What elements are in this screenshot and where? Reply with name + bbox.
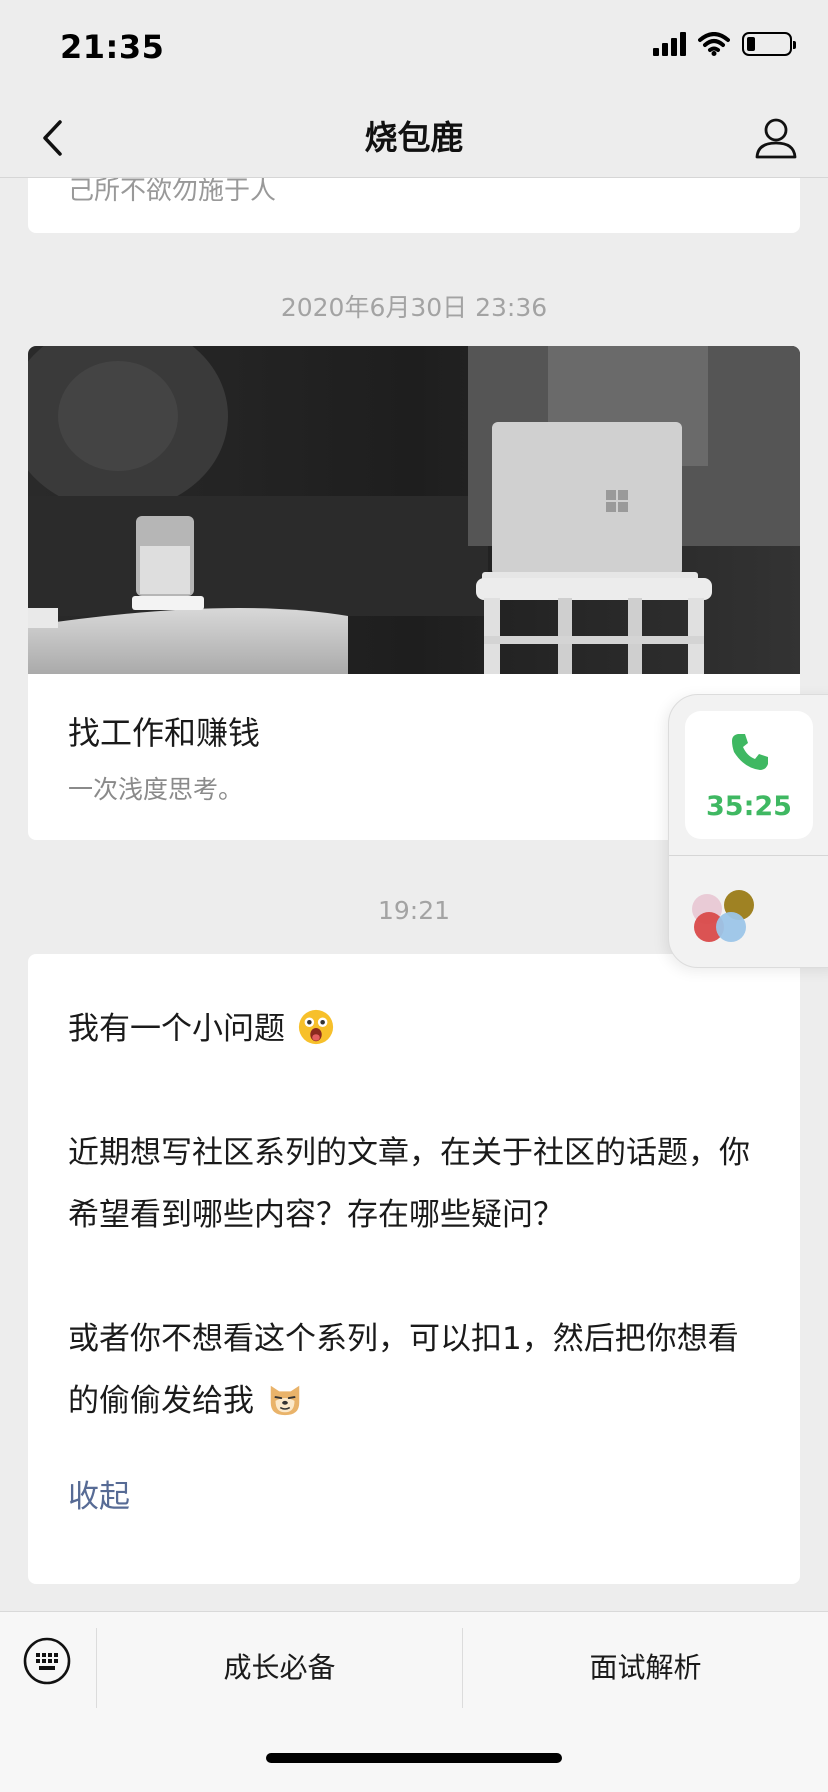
message-paragraph: 近期想写社区系列的文章，在关于社区的话题，你希望看到哪些内容？存在哪些疑问？ <box>68 1135 750 1233</box>
message-paragraph: 或者你不想看这个系列，可以扣1，然后把你想看的偷偷发给我 <box>68 1308 768 1432</box>
profile-button[interactable] <box>748 110 804 166</box>
call-duration: 35:25 <box>706 791 792 822</box>
nav-bar: 烧包鹿 <box>0 98 828 178</box>
menu-item-interview[interactable]: 面试解析 <box>463 1624 828 1712</box>
call-duration-button[interactable]: 35:25 <box>685 711 813 839</box>
wifi-icon <box>698 32 730 56</box>
chat-title: 烧包鹿 <box>364 118 464 157</box>
phone-icon <box>732 734 768 770</box>
message-line: 我有一个小问题 <box>68 998 768 1060</box>
text-message-card[interactable]: 我有一个小问题 近期想写社区系列的文章，在关于社区的话题，你希望看到哪些内容？存… <box>28 954 800 1584</box>
status-time: 21:35 <box>60 28 165 66</box>
surprised-face-emoji <box>298 1009 333 1045</box>
cellular-signal-icon <box>653 32 686 56</box>
message-text: 我有一个小问题 <box>68 1011 285 1047</box>
battery-level <box>747 37 755 51</box>
floating-call-widget[interactable]: 35:25 <box>668 694 828 968</box>
timestamp: 2020年6月30日 23:36 <box>280 293 548 322</box>
keyboard-icon[interactable] <box>22 1636 72 1686</box>
colorful-circles-app-icon[interactable] <box>689 879 759 949</box>
divider <box>669 855 828 856</box>
collapse-link[interactable]: 收起 <box>68 1466 130 1528</box>
article-cover-image <box>28 346 800 674</box>
status-bar: 21:35 <box>0 0 828 98</box>
article-title: 找工作和赚钱 <box>68 714 261 752</box>
message-text: 或者你不想看这个系列，可以扣1，然后把你想看的偷偷发给我 <box>68 1321 739 1419</box>
person-icon <box>755 118 797 159</box>
home-indicator <box>266 1753 562 1763</box>
menu-item-growth[interactable]: 成长必备 <box>97 1624 462 1712</box>
doge-emoji <box>270 1385 300 1416</box>
battery-icon <box>742 32 796 56</box>
article-subtitle: 一次浅度思考。 <box>68 775 244 804</box>
bottom-menu-bar: 成长必备 面试解析 <box>0 1611 828 1792</box>
status-icons <box>653 32 796 56</box>
